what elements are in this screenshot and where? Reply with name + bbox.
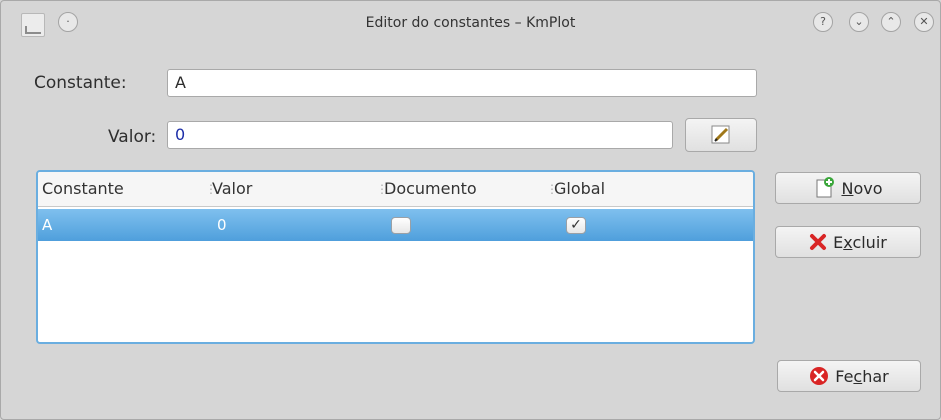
pencil-icon <box>711 125 730 144</box>
close-circle-icon <box>810 367 829 385</box>
global-checkbox[interactable]: ✓ <box>566 217 586 234</box>
close-icon[interactable]: ✕ <box>914 12 934 32</box>
documento-checkbox[interactable] <box>391 217 411 234</box>
column-header-documento[interactable]: Documento <box>384 179 477 198</box>
table-header: Constante ⋮ Valor ⋮ Documento ⋮ Global ⋮ <box>38 172 753 207</box>
novo-label: Novo <box>841 178 883 198</box>
column-header-constante[interactable]: Constante <box>42 179 124 198</box>
novo-button[interactable]: Novo <box>775 172 921 204</box>
column-separator[interactable]: ⋮ <box>749 182 753 196</box>
table-row[interactable]: A 0 ✓ <box>38 209 753 241</box>
column-header-global[interactable]: Global <box>554 179 605 198</box>
cell-valor: 0 <box>217 216 227 234</box>
window-title: Editor do constantes – KmPlot <box>365 15 576 31</box>
maximize-icon[interactable]: ⌃ <box>881 12 901 32</box>
help-icon[interactable]: ? <box>813 12 833 32</box>
column-separator[interactable]: ⋮ <box>205 182 217 196</box>
constante-input[interactable]: A <box>167 69 757 97</box>
valor-label: Valor: <box>108 127 157 147</box>
constante-label: Constante: <box>34 73 127 93</box>
column-separator[interactable]: ⋮ <box>546 182 558 196</box>
constants-table[interactable]: Constante ⋮ Valor ⋮ Documento ⋮ Global ⋮… <box>36 170 755 344</box>
excluir-button[interactable]: Excluir <box>775 226 921 258</box>
title-bar: · Editor do constantes – KmPlot ? ⌄ ⌃ ✕ <box>1 1 940 47</box>
valor-input[interactable]: 0 <box>167 121 673 149</box>
minimize-icon[interactable]: ⌄ <box>849 12 869 32</box>
excluir-label: Excluir <box>833 232 887 252</box>
fechar-button[interactable]: Fechar <box>777 360 921 392</box>
column-separator[interactable]: ⋮ <box>376 182 388 196</box>
fechar-label: Fechar <box>835 366 889 386</box>
cell-constante: A <box>42 216 53 234</box>
edit-value-button[interactable] <box>685 118 757 152</box>
dialog-window: · Editor do constantes – KmPlot ? ⌄ ⌃ ✕ … <box>0 0 941 420</box>
new-document-icon <box>816 177 835 198</box>
column-header-valor[interactable]: Valor <box>212 179 252 198</box>
delete-icon <box>810 234 827 250</box>
